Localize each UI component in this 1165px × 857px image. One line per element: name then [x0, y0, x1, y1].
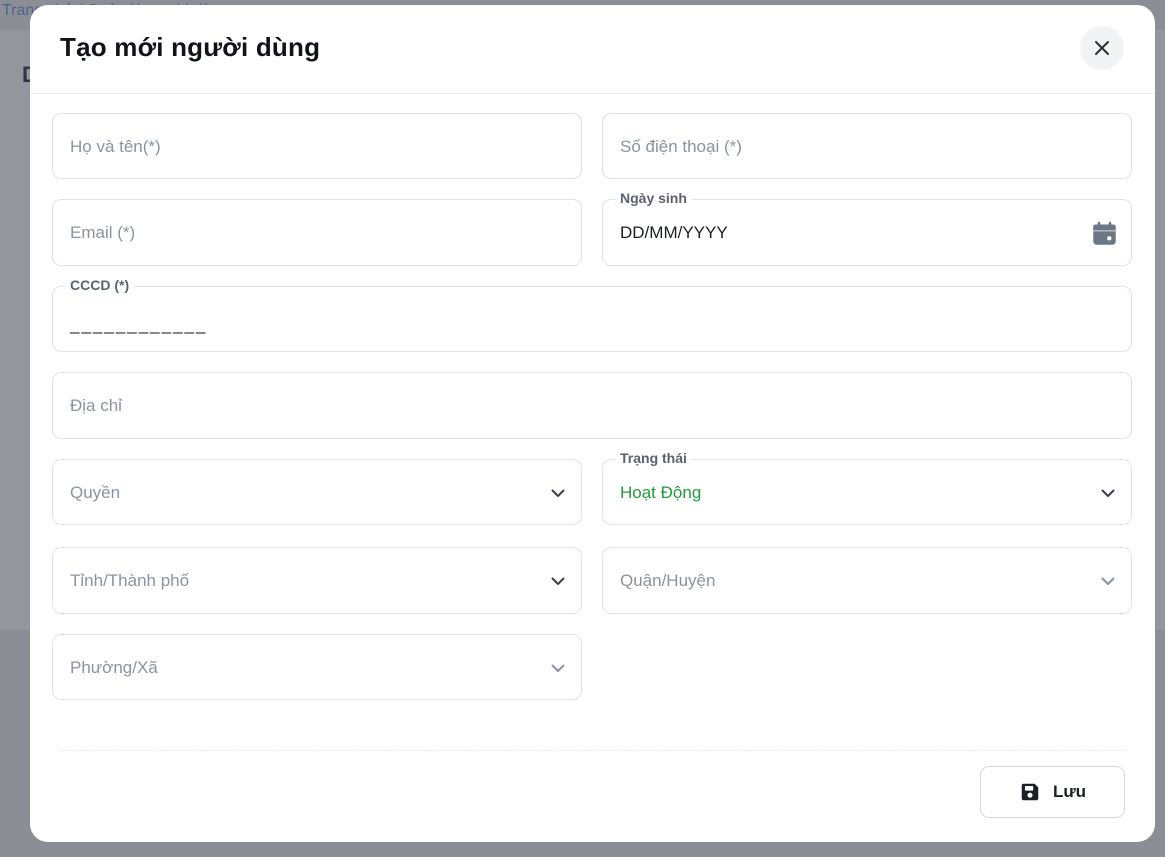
full-name-field[interactable]: Họ và tên(*): [52, 113, 582, 179]
address-placeholder: Địa chỉ: [70, 396, 122, 415]
chevron-down-icon: [551, 664, 565, 672]
chevron-down-icon: [1101, 577, 1115, 585]
address-field[interactable]: Địa chỉ: [52, 372, 1132, 439]
birthday-field[interactable]: Ngày sinh DD/MM/YYYY: [602, 190, 1132, 266]
cccd-mask: ____________: [70, 315, 208, 334]
chevron-down-icon: [551, 489, 565, 497]
close-button[interactable]: [1080, 26, 1124, 70]
full-name-placeholder: Họ và tên(*): [70, 137, 161, 156]
birthday-value: DD/MM/YYYY: [620, 223, 728, 242]
chevron-down-icon: [551, 577, 565, 585]
ward-select[interactable]: Phường/Xã: [52, 634, 582, 700]
email-placeholder: Email (*): [70, 223, 136, 242]
district-placeholder: Quận/Huyện: [620, 571, 716, 590]
footer-divider: [60, 750, 1126, 751]
district-select[interactable]: Quận/Huyện: [602, 547, 1132, 614]
cccd-field[interactable]: CCCD (*) ____________: [52, 277, 1132, 352]
birthday-label: Ngày sinh: [615, 190, 692, 206]
close-icon: [1095, 41, 1109, 55]
chevron-down-icon: [1101, 489, 1115, 497]
save-button[interactable]: Lưu: [980, 766, 1125, 818]
create-user-modal: Tạo mới người dùng Họ và tên(*) Số điện …: [30, 5, 1155, 842]
ward-placeholder: Phường/Xã: [70, 658, 158, 677]
cccd-label: CCCD (*): [65, 277, 135, 293]
province-select[interactable]: Tỉnh/Thành phố: [52, 547, 582, 614]
status-value: Hoạt Động: [620, 483, 702, 502]
calendar-icon[interactable]: [1091, 220, 1118, 247]
role-select[interactable]: Quyền: [52, 459, 582, 525]
role-placeholder: Quyền: [70, 483, 121, 502]
phone-placeholder: Số điện thoại (*): [620, 137, 742, 156]
email-field[interactable]: Email (*): [52, 199, 582, 266]
modal-title: Tạo mới người dùng: [60, 32, 321, 62]
status-select[interactable]: Trạng thái Hoạt Động: [602, 450, 1132, 525]
status-label: Trạng thái: [615, 450, 692, 466]
province-placeholder: Tỉnh/Thành phố: [70, 571, 190, 590]
phone-field[interactable]: Số điện thoại (*): [602, 113, 1132, 179]
floppy-disk-icon: [1021, 783, 1039, 801]
modal-header: Tạo mới người dùng: [30, 5, 1155, 94]
save-label: Lưu: [1052, 782, 1087, 801]
